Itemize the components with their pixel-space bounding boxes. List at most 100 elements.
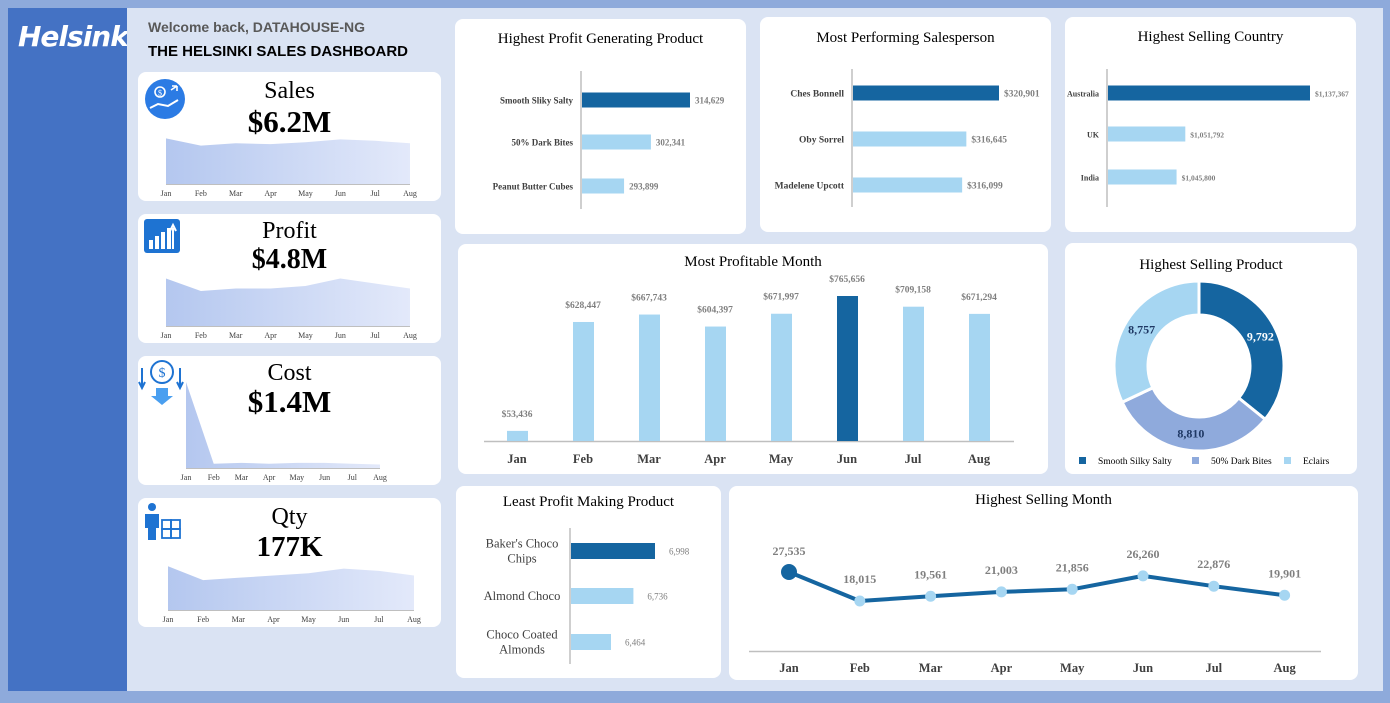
top-salesperson-chart: Ches Bonnell $320,901 Oby Sorrel $316,645 Ma… [775,69,1040,207]
chart-title: Highest Profit Generating Product [497,31,704,47]
legend-swatch [1192,457,1199,464]
category-label: Oby Sorrel [799,136,844,146]
kpi-card-qty[interactable]: Qty 177K Jan Feb Mar Apr May Jun Jul Aug [138,498,441,627]
x-tick-label: Jan [163,615,174,624]
bar [1108,126,1186,142]
bar [705,326,726,441]
page-title: THE HELSINKI SALES DASHBOARD [148,43,409,60]
x-tick-label: May [290,473,305,482]
data-point [1279,589,1291,601]
sidebar: Helsinki [8,8,137,691]
bar [1108,169,1177,185]
x-tick-label: May [769,452,794,466]
legend-swatch [1284,457,1291,464]
bar [571,543,655,559]
x-tick-label: Apr [991,661,1013,675]
x-tick-label: Jun [335,189,346,198]
x-tick-label: Jan [507,452,527,466]
data-label: 19,901 [1268,566,1301,580]
chart-title: Most Performing Salesperson [816,30,995,46]
bar [582,134,651,150]
data-label: $765,656 [829,274,865,285]
card-profitable-month: Most Profitable Month $53,436 Jan $628,447… [458,244,1048,474]
data-label: 8,810 [1177,427,1204,441]
bar [853,177,963,193]
x-tick-label: Mar [232,615,246,624]
x-tick-label: Jul [370,189,380,198]
category-label: Baker's Choco [486,537,559,551]
data-label: 6,998 [669,547,690,557]
bar [582,178,625,194]
x-tick-label: Mar [919,661,943,675]
data-label: 26,260 [1127,547,1160,561]
data-label: 6,736 [647,592,668,602]
bar [969,313,990,441]
data-label: 21,003 [985,563,1018,577]
data-point [1066,583,1078,595]
trend-area [166,278,410,326]
bar [771,313,792,441]
kpi-card-profit[interactable]: Profit $4.8M Jan Feb Mar Apr May Jun Jul Aug [138,214,441,343]
data-label: $316,645 [971,135,1007,146]
category-label: Smooth Sliky Salty [500,96,574,106]
bar [582,92,690,108]
bar [571,634,611,650]
x-tick-label: May [301,615,316,624]
x-tick-label: Jun [335,331,346,340]
data-label: $53,436 [502,409,533,420]
kpi-sales-label: Sales [264,78,315,104]
x-tick-label: Mar [229,189,243,198]
cost-trend-chart: Jan Feb Mar Apr May Jun Jul Aug [181,382,387,482]
sales-trend-chart: Jan Feb Mar Apr May Jun Jul Aug [161,138,417,198]
data-label: 19,561 [914,567,947,581]
x-tick-label: Apr [704,452,726,466]
x-tick-label: Jul [370,331,380,340]
data-label: 6,464 [625,638,646,648]
data-label: $1,137,367 [1315,90,1349,99]
data-label: 22,876 [1197,557,1230,571]
kpi-card-sales[interactable]: $ Sales $6.2M Jan Feb Mar Apr May Jun Jul Aug [138,72,441,201]
x-tick-label: Jun [319,473,330,482]
bar [507,430,528,441]
card-selling-month: Highest Selling Month 27,535 Jan 18,015 Feb… [729,486,1358,680]
category-label: UK [1087,131,1100,140]
brand-logo: Helsinki [18,20,137,53]
data-label: $628,447 [565,300,601,311]
card-highest-profit-product: Highest Profit Generating Product Smooth… [455,19,746,234]
trend-area [186,382,380,468]
donut-slice [1112,279,1201,405]
x-tick-label: Aug [403,189,417,198]
data-label: 18,015 [843,572,876,586]
data-label: $671,294 [961,292,997,303]
category-label: 50% Dark Bites [512,138,574,148]
x-tick-label: Jun [338,615,349,624]
chart-title: Highest Selling Month [975,492,1112,508]
x-tick-label: Jan [161,331,172,340]
data-label: $667,743 [631,293,667,304]
data-label: 27,535 [773,544,806,558]
welcome-text: Welcome back, DATAHOUSE-NG [148,19,366,35]
x-tick-label: Feb [195,189,207,198]
x-tick-label: Jul [1205,661,1222,675]
selling-month-line-chart: 27,535 Jan 18,015 Feb 19,561 Mar 21,003 Apr 21,8… [749,544,1321,675]
data-label: 21,856 [1056,560,1089,574]
x-tick-label: Apr [264,331,277,340]
x-tick-label: Jul [348,473,358,482]
kpi-card-cost[interactable]: $ Cost $1.4M Jan Feb Mar Apr May Jun Jul Aug [138,356,441,485]
category-label: Peanut Butter Cubes [493,182,574,192]
data-label: $671,997 [763,292,799,303]
category-label: Almonds [499,643,545,657]
x-tick-label: Feb [573,452,593,466]
x-tick-label: Jul [905,452,922,466]
x-tick-label: Jul [374,615,384,624]
x-tick-label: May [1060,661,1085,675]
data-label: $604,397 [697,305,733,316]
legend-label: 50% Dark Bites [1211,457,1272,467]
card-top-country: Highest Selling Country Australia $1,137,… [1065,17,1356,232]
data-label: $316,099 [967,181,1003,192]
bar [571,588,634,604]
data-point [854,595,866,607]
x-tick-label: Aug [373,473,387,482]
bar [573,321,594,441]
legend-swatch [1079,457,1086,464]
